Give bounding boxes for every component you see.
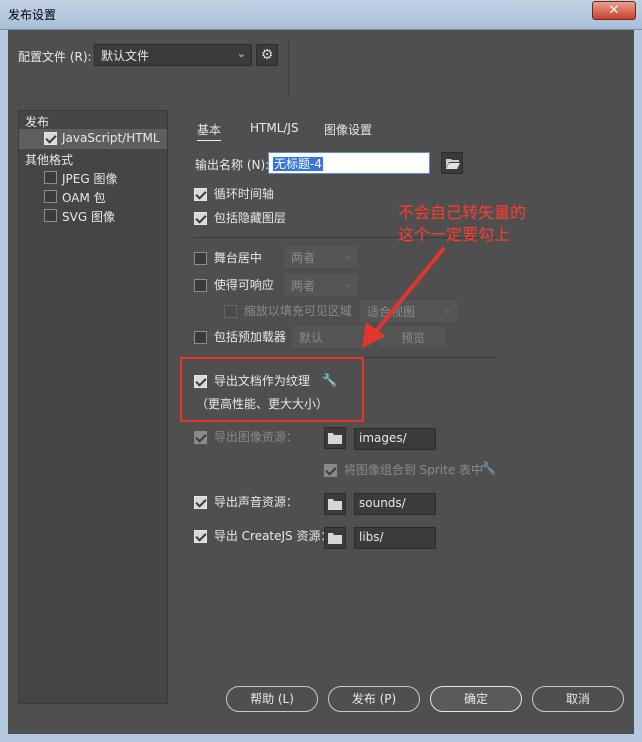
center-stage-option[interactable]: 舞台居中 [194,249,262,266]
include-hidden-layers-option[interactable]: 包括隐藏图层 [194,209,286,226]
cancel-button[interactable]: 取消 [532,686,624,712]
profile-select-value: 默认文件 [101,49,150,63]
annotation-highlight-box [180,357,364,422]
include-preloader-label: 包括预加载器 [213,330,286,344]
folder-icon [328,499,342,510]
loop-timeline-label: 循环时间轴 [213,187,274,201]
image-assets-browse-button[interactable] [324,427,346,449]
gear-icon: ⚙ [260,47,274,63]
make-responsive-option[interactable]: 使得可响应 [194,276,274,293]
publish-settings-dialog: 配置文件 (R): 默认文件 ⌄ ⚙ 发布 JavaScript/HTML 其他… [8,30,634,734]
export-sound-assets-label: 导出声音资源： [213,495,298,509]
export-createjs-assets-label: 导出 CreateJS 资源： [213,529,333,543]
createjs-assets-path-input[interactable]: libs/ [354,527,436,549]
scale-to-fill-option[interactable]: 缩放以填充可见区域 [224,302,352,319]
export-image-assets-label: 导出图像资源： [213,430,298,444]
center-stage-select-value: 两者 [291,251,316,265]
output-name-label: 输出名称 (N): [195,158,270,172]
export-sound-assets-checkbox[interactable] [194,496,207,509]
window-title: 发布设置 [8,8,57,22]
image-assets-path-value: images/ [359,431,407,445]
profile-label: 配置文件 (R): [18,50,92,64]
sidebar-publish-header: 发布 [25,115,50,129]
make-responsive-label: 使得可响应 [213,278,274,292]
make-responsive-select-value: 两者 [291,279,316,293]
oam-checkbox[interactable] [44,190,57,203]
make-responsive-checkbox[interactable] [194,279,207,292]
output-browse-button[interactable] [441,152,463,174]
sidebar-item-javascript-html[interactable]: JavaScript/HTML [19,129,167,149]
include-preloader-checkbox[interactable] [194,331,207,344]
sidebar-item-jpeg[interactable]: JPEG 图像 [19,169,167,187]
loop-timeline-checkbox[interactable] [194,188,207,201]
sound-assets-path-value: sounds/ [359,496,406,510]
sound-assets-browse-button[interactable] [324,493,346,515]
sidebar-item-svg[interactable]: SVG 图像 [19,207,167,225]
combine-sprite-checkbox[interactable] [324,464,337,477]
publish-button[interactable]: 发布 (P) [328,686,420,712]
sidebar-item-label: JavaScript/HTML [62,131,160,145]
profile-gear-button[interactable]: ⚙ [256,44,278,66]
scale-to-fill-label: 缩放以填充可见区域 [243,304,352,318]
ok-button[interactable]: 确定 [430,686,522,712]
output-name-value: 无标题-4 [273,157,323,171]
preloader-select-value: 默认 [299,331,324,345]
help-button[interactable]: 帮助 (L) [226,686,318,712]
export-sound-assets-option[interactable]: 导出声音资源： [194,493,298,510]
combine-sprite-option[interactable]: 将图像组合到 Sprite 表中 [324,461,483,478]
title-bar: 发布设置 ✕ [0,0,642,30]
sidebar-item-label: JPEG 图像 [62,172,118,186]
folder-open-icon [446,159,460,169]
combine-sprite-label: 将图像组合到 Sprite 表中 [343,463,484,477]
include-hidden-layers-label: 包括隐藏图层 [213,211,286,225]
folder-icon [328,533,342,544]
annotation-arrow [362,246,446,348]
tab-image-settings[interactable]: 图像设置 [324,121,372,138]
center-stage-checkbox[interactable] [194,252,207,265]
tab-basic[interactable]: 基本 [197,121,222,141]
tab-html-js[interactable]: HTML/JS [250,121,299,135]
folder-icon [328,433,342,444]
close-button[interactable]: ✕ [592,1,636,20]
createjs-assets-path-value: libs/ [359,530,384,544]
export-image-assets-option[interactable]: 导出图像资源： [194,428,298,445]
export-createjs-assets-checkbox[interactable] [194,530,207,543]
image-assets-path-input[interactable]: images/ [354,428,436,450]
include-hidden-layers-checkbox[interactable] [194,212,207,225]
export-createjs-assets-option[interactable]: 导出 CreateJS 资源： [194,527,333,544]
profile-select[interactable]: 默认文件 ⌄ [94,44,252,66]
output-name-input[interactable]: 无标题-4 [268,152,430,174]
export-image-assets-checkbox[interactable] [194,431,207,444]
sidebar-item-oam[interactable]: OAM 包 [19,188,167,206]
header-divider [288,38,289,98]
createjs-assets-browse-button[interactable] [324,527,346,549]
wrench-icon[interactable]: 🔧 [481,461,496,475]
javascript-html-checkbox[interactable] [44,132,57,145]
sidebar-other-formats-header: 其他格式 [25,153,74,167]
center-stage-label: 舞台居中 [213,251,262,265]
include-preloader-option[interactable]: 包括预加载器 [194,328,286,345]
sidebar: 发布 JavaScript/HTML 其他格式 JPEG 图像 OAM 包 SV… [18,110,168,704]
jpeg-checkbox[interactable] [44,171,57,184]
scale-to-fill-checkbox[interactable] [224,305,237,318]
center-stage-select[interactable]: 两者 ⌄ [284,246,358,268]
annotation-line-1: 不会自己转矢量的 [398,203,527,222]
sidebar-item-label: OAM 包 [62,191,106,205]
sound-assets-path-input[interactable]: sounds/ [354,493,436,515]
loop-timeline-option[interactable]: 循环时间轴 [194,185,274,202]
sidebar-item-label: SVG 图像 [62,210,115,224]
chevron-down-icon: ⌄ [236,47,246,60]
make-responsive-select[interactable]: 两者 ⌄ [284,274,358,296]
svg-checkbox[interactable] [44,209,57,222]
